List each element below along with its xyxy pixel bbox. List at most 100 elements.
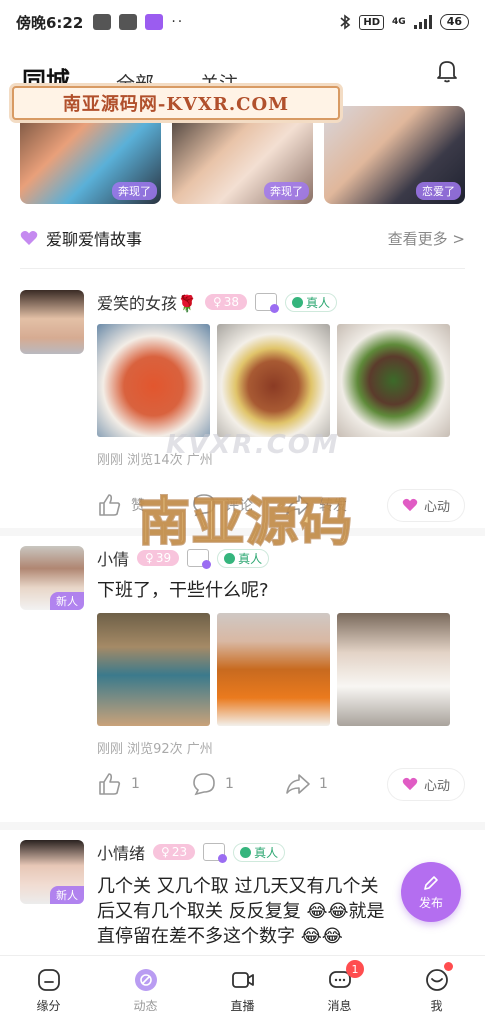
thumbs-up-icon — [99, 773, 121, 795]
comment-button[interactable]: 1 — [191, 771, 285, 797]
fate-icon — [37, 968, 60, 991]
avatar[interactable]: 新人 — [20, 840, 84, 904]
heartbeat-button[interactable]: 心动 — [386, 767, 465, 801]
network-label: 4G — [392, 17, 406, 27]
like-button[interactable]: 赞 — [97, 492, 191, 518]
post-photo[interactable] — [97, 324, 210, 437]
id-verified-icon — [203, 843, 228, 863]
signal-icon — [413, 15, 432, 29]
story-tag: 恋爱了 — [416, 182, 461, 200]
post-header: 小倩 ♀ 39 真人 — [97, 546, 465, 570]
battery-icon: 46 — [439, 14, 469, 30]
avatar[interactable] — [20, 290, 84, 354]
real-person-badge: 真人 — [233, 842, 286, 862]
bluetooth-icon — [340, 14, 351, 30]
age-value: 23 — [171, 845, 188, 859]
story-tag: 奔现了 — [112, 182, 157, 200]
heart-icon — [402, 498, 418, 512]
heartbeat-label: 心动 — [423, 499, 450, 515]
heartbeat-button[interactable]: 心动 — [386, 488, 465, 522]
age-value: 38 — [223, 295, 240, 309]
story-card[interactable]: 恋爱了 — [324, 106, 465, 204]
user-name[interactable]: 小倩 — [97, 546, 129, 570]
real-person-badge: 真人 — [285, 292, 338, 312]
age-badge: ♀ 38 — [204, 294, 248, 310]
nav-label: 缘分 — [36, 998, 61, 1013]
publish-button[interactable]: 发布 — [401, 862, 461, 922]
post-body: 爱笑的女孩🌹 ♀ 38 真人 刚刚 浏览14次 广州 — [97, 290, 465, 468]
share-count: 转发 — [319, 498, 347, 514]
post-photo[interactable] — [337, 613, 450, 726]
publish-label: 发布 — [418, 895, 443, 910]
check-icon — [224, 552, 236, 564]
id-verified-icon — [187, 549, 212, 569]
post-actions: 1 1 1 心动 — [97, 767, 465, 801]
hd-icon: HD — [359, 14, 385, 30]
new-user-tag: 新人 — [50, 886, 84, 904]
age-badge: ♀ 23 — [153, 844, 196, 860]
profile-red-dot — [444, 962, 453, 971]
like-button[interactable]: 1 — [97, 771, 191, 797]
post-header: 小情绪 ♀ 23 真人 — [97, 840, 465, 864]
like-count: 1 — [131, 776, 140, 792]
age-badge: ♀ 39 — [137, 550, 180, 566]
nav-messages[interactable]: 1 消息 — [291, 956, 388, 1024]
post-text: 下班了，干些什么呢? — [97, 580, 269, 601]
nav-fate[interactable]: 缘分 — [0, 956, 97, 1024]
watermark-banner-text: 南亚源码网-KVXR.COM — [62, 94, 290, 115]
comment-count: 1 — [225, 776, 234, 792]
post-meta: 刚刚 浏览14次 广州 — [97, 453, 213, 468]
couple-stories: 奔现了 奔现了 恋爱了 — [20, 106, 465, 204]
share-button[interactable]: 1 — [285, 771, 379, 797]
live-icon — [231, 971, 254, 988]
user-name[interactable]: 小情绪 — [97, 840, 145, 864]
user-name[interactable]: 爱笑的女孩🌹 — [97, 290, 197, 314]
nav-profile[interactable]: 我 — [388, 956, 485, 1024]
story-card[interactable]: 奔现了 — [172, 106, 313, 204]
bell-icon[interactable] — [435, 58, 459, 84]
photo-grid — [97, 324, 465, 437]
post-photo[interactable] — [217, 613, 330, 726]
heart-icon — [402, 777, 418, 791]
comment-icon — [193, 494, 215, 517]
story-card[interactable]: 奔现了 — [20, 106, 161, 204]
comment-icon — [193, 773, 215, 796]
post-photo[interactable] — [97, 613, 210, 726]
nav-moments[interactable]: 动态 — [97, 956, 194, 1024]
share-count: 1 — [319, 776, 328, 792]
status-bar: 傍晚6:22 ·· HD 4G 46 — [0, 0, 485, 44]
comment-count: 评论 — [225, 498, 253, 514]
message-badge: 1 — [346, 960, 364, 978]
nav-live[interactable]: 直播 — [194, 956, 291, 1024]
watermark-banner: 南亚源码网-KVXR.COM — [12, 86, 340, 120]
post-header: 爱笑的女孩🌹 ♀ 38 真人 — [97, 290, 465, 314]
post-card: 新人 小情绪 ♀ 23 真人 几个关 又几个取 过几天又有几个关 后又有几个取关 … — [20, 840, 465, 955]
real-person-badge: 真人 — [217, 548, 270, 568]
real-person-label: 真人 — [238, 551, 263, 566]
share-icon — [286, 774, 310, 794]
post-photo[interactable] — [217, 324, 330, 437]
status-time: 傍晚6:22 — [16, 13, 84, 32]
heart-icon — [20, 231, 38, 245]
real-person-label: 真人 — [254, 845, 279, 860]
nav-label: 直播 — [230, 998, 255, 1013]
nav-label: 我 — [430, 998, 443, 1013]
new-user-tag: 新人 — [50, 592, 84, 610]
app-notification-icon — [119, 14, 138, 30]
thumbs-up-icon — [99, 494, 121, 516]
nav-label: 消息 — [327, 998, 352, 1013]
avatar[interactable]: 新人 — [20, 546, 84, 610]
post-photo[interactable] — [337, 324, 450, 437]
view-more-link[interactable]: 查看更多 > — [388, 228, 465, 249]
share-button[interactable]: 转发 — [285, 492, 379, 518]
chat-notification-icon — [93, 14, 112, 30]
app-purple-notification-icon — [145, 14, 164, 30]
comment-button[interactable]: 评论 — [191, 492, 285, 518]
love-stories-title: 爱聊爱情故事 — [46, 230, 143, 249]
post-actions-wrap: 赞 评论 转发 心动 — [97, 478, 465, 522]
love-stories-row[interactable]: 爱聊爱情故事 查看更多 > — [20, 226, 465, 250]
photo-grid — [97, 613, 465, 726]
like-count: 赞 — [131, 498, 145, 514]
more-notifications-icon: ·· — [171, 14, 185, 30]
status-right: HD 4G 46 — [339, 14, 469, 30]
